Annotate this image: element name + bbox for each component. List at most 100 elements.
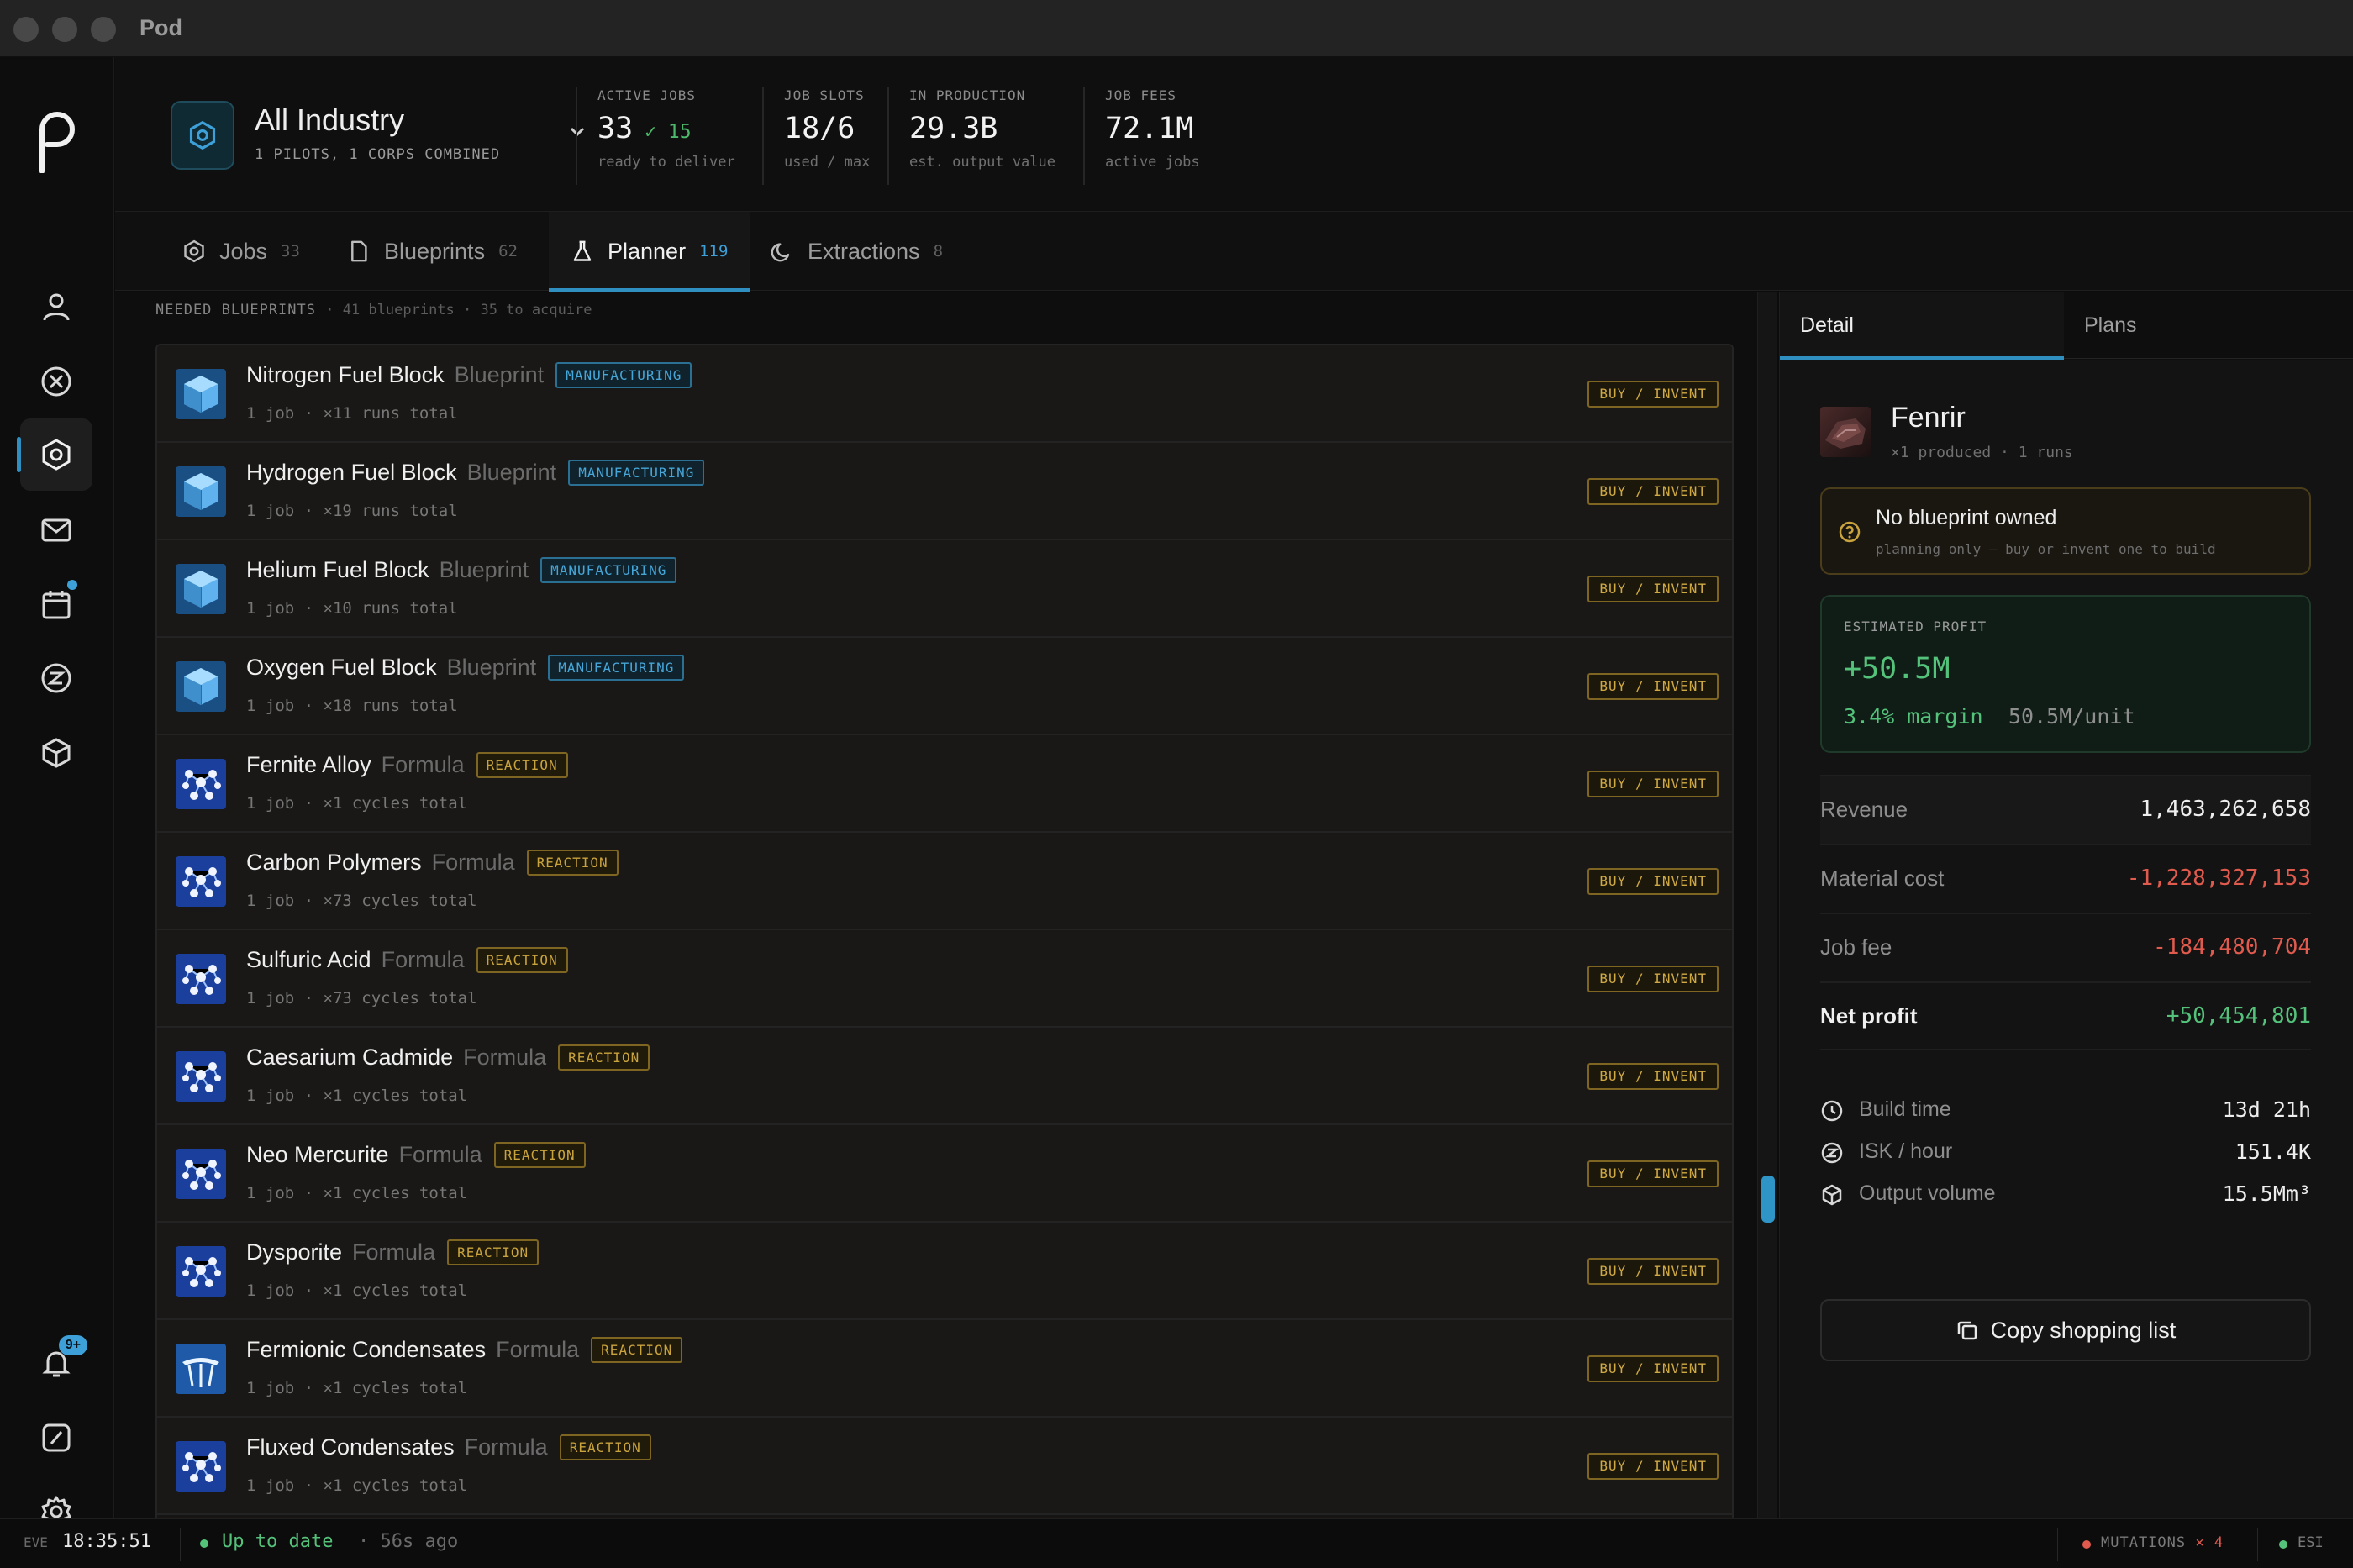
cube-icon: [1822, 1184, 1842, 1206]
rail-industry[interactable]: [17, 418, 92, 491]
scope-selector[interactable]: All Industry 1 PILOTS, 1 CORPS COMBINED: [171, 101, 608, 193]
list-item[interactable]: Oxygen Fuel Block Blueprint MANUFACTURING 1…: [157, 638, 1732, 735]
molecule-icon: [176, 856, 226, 907]
item-meta: 1 job · ×19 runs total: [246, 502, 458, 520]
stat-value: 18/6: [784, 112, 855, 145]
buy-invent-button[interactable]: BUY / INVENT: [1587, 1453, 1719, 1480]
list-item[interactable]: Sulfuric Acid Formula REACTION 1 job · ×73 …: [157, 930, 1732, 1028]
rail-wallet[interactable]: [20, 642, 92, 714]
tab-jobs[interactable]: Jobs 33: [182, 212, 350, 291]
mutations-indicator[interactable]: MUTATIONS × 4: [2101, 1534, 2224, 1551]
industry-header: All Industry 1 PILOTS, 1 CORPS COMBINED …: [115, 57, 2353, 212]
esi-indicator[interactable]: ESI: [2298, 1534, 2324, 1551]
job-fee-value: -184,480,704: [2153, 934, 2311, 960]
scrollbar-thumb[interactable]: [1761, 1176, 1775, 1223]
list-item[interactable]: Nitrogen Fuel Block Blueprint MANUFACTURIN…: [157, 345, 1732, 443]
buy-invent-button[interactable]: BUY / INVENT: [1587, 1160, 1719, 1187]
rail-assets[interactable]: [20, 717, 92, 789]
buy-invent-button[interactable]: BUY / INVENT: [1587, 868, 1719, 895]
buy-invent-button[interactable]: BUY / INVENT: [1587, 673, 1719, 700]
list-item[interactable]: Carbon Polymers Formula REACTION 1 job · ×7…: [157, 833, 1732, 930]
buy-invent-button[interactable]: BUY / INVENT: [1587, 1063, 1719, 1090]
stat-label: JOB SLOTS: [784, 87, 865, 103]
fuel-block-icon: [176, 369, 226, 419]
needed-blueprints-panel: NEEDED BLUEPRINTS · 41 blueprints · 35 t…: [115, 292, 1757, 1520]
item-kind: Formula: [381, 752, 465, 777]
buy-invent-button[interactable]: BUY / INVENT: [1587, 966, 1719, 992]
list-item[interactable]: Dysporite Formula REACTION 1 job · ×1 cycle…: [157, 1223, 1732, 1320]
buy-invent-button[interactable]: BUY / INVENT: [1587, 576, 1719, 602]
list-item[interactable]: Fernite Alloy Formula REACTION 1 job · ×1 c…: [157, 735, 1732, 833]
list-scrollbar[interactable]: [1757, 292, 1777, 1518]
fuel-block-icon: [176, 661, 226, 712]
tab-plans[interactable]: Plans: [2064, 292, 2348, 359]
stat-active-jobs: ACTIVE JOBS 33 ✓ 15 ready to deliver: [576, 87, 735, 185]
detail-body: Fenrir ×1 produced · 1 runs No blueprint…: [1780, 360, 2353, 1518]
metric-label: Build time: [1859, 1097, 1951, 1121]
rail-characters[interactable]: [20, 271, 92, 343]
stat-value: 29.3B: [909, 112, 998, 145]
document-icon: [351, 240, 367, 262]
list-item[interactable]: Fermionic Condensates Formula REACTION 1 jo…: [157, 1320, 1732, 1418]
buy-invent-button[interactable]: BUY / INVENT: [1587, 1355, 1719, 1382]
net-profit-row: Net profit +50,454,801: [1820, 981, 2311, 1050]
tab-blueprints[interactable]: Blueprints 62: [347, 212, 540, 291]
item-name: Nitrogen Fuel Block: [246, 362, 445, 387]
eve-time-label: EVE: [24, 1534, 48, 1550]
minimize-window-button[interactable]: [52, 17, 77, 42]
item-name: Helium Fuel Block: [246, 557, 429, 582]
material-cost-label: Material cost: [1820, 866, 1945, 891]
circle-x-icon: [41, 366, 71, 397]
item-kind: Formula: [352, 1239, 436, 1265]
item-name: Fluxed Condensates: [246, 1434, 455, 1460]
list-item[interactable]: Helium Fuel Block Blueprint MANUFACTURING 1…: [157, 540, 1732, 638]
list-item[interactable]: Caesarium Cadmide Formula REACTION 1 job · …: [157, 1028, 1732, 1125]
buy-invent-button[interactable]: BUY / INVENT: [1587, 771, 1719, 797]
stat-label: IN PRODUCTION: [909, 87, 1026, 103]
list-item[interactable]: Hydrogen Fuel Block Blueprint MANUFACTURIN…: [157, 443, 1732, 540]
rail-market[interactable]: [20, 345, 92, 418]
app-logo-icon: [39, 112, 75, 173]
molecule-icon: [176, 1441, 226, 1492]
eve-time: 18:35:51: [62, 1531, 151, 1552]
job-fee-label: Job fee: [1820, 934, 1892, 960]
list-item[interactable]: Neo Mercurite Formula REACTION 1 job · ×1 c…: [157, 1125, 1732, 1223]
divider: [2057, 1528, 2058, 1561]
item-name: Hydrogen Fuel Block: [246, 460, 457, 485]
rail-mail[interactable]: [20, 494, 92, 566]
metric-value: 151.4K: [2235, 1139, 2311, 1164]
revenue-label: Revenue: [1820, 797, 1908, 822]
mutations-dot: [2082, 1540, 2091, 1549]
list-item[interactable]: Fluxed Condensates Formula REACTION 1 job ·…: [157, 1418, 1732, 1515]
item-meta: 1 job · ×11 runs total: [246, 404, 458, 423]
buy-invent-button[interactable]: BUY / INVENT: [1587, 1258, 1719, 1285]
item-meta: 1 job · ×1 cycles total: [246, 1379, 468, 1397]
buy-invent-button[interactable]: BUY / INVENT: [1587, 381, 1719, 408]
list-subheading: · 41 blueprints · 35 to acquire: [325, 302, 592, 318]
activity-tag: REACTION: [476, 947, 568, 973]
tab-extractions[interactable]: Extractions 8: [771, 212, 989, 291]
activity-tag: REACTION: [591, 1337, 683, 1363]
copy-shopping-list-button[interactable]: Copy shopping list: [1820, 1299, 2311, 1361]
fuel-block-icon: [176, 564, 226, 614]
item-title: Nitrogen Fuel Block Blueprint MANUFACTURIN…: [246, 362, 692, 388]
molecule-icon: [176, 1149, 226, 1199]
maximize-window-button[interactable]: [91, 17, 116, 42]
rail-calendar[interactable]: [20, 568, 92, 640]
flask-icon: [573, 240, 592, 261]
close-window-button[interactable]: [13, 17, 39, 42]
tab-count: 8: [933, 242, 944, 260]
item-name: Neo Mercurite: [246, 1142, 389, 1167]
sync-status-dot: [200, 1539, 208, 1548]
item-kind: Blueprint: [446, 655, 537, 680]
buy-invent-button[interactable]: BUY / INVENT: [1587, 478, 1719, 505]
tab-count: 119: [699, 242, 729, 260]
tab-planner[interactable]: Planner 119: [549, 212, 750, 292]
rail-notifications[interactable]: 9+: [20, 1327, 92, 1399]
tab-detail[interactable]: Detail: [1780, 292, 2064, 360]
material-cost-value: -1,228,327,153: [2126, 866, 2311, 891]
rail-speed[interactable]: [20, 1402, 92, 1474]
stat-job-fees: JOB FEES 72.1M active jobs: [1083, 87, 1200, 185]
item-title: Sulfuric Acid Formula REACTION: [246, 947, 568, 973]
item-title: Dysporite Formula REACTION: [246, 1239, 540, 1265]
